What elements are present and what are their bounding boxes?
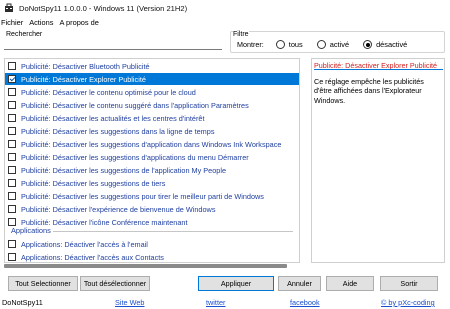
- group-divider: [53, 231, 293, 232]
- list-item[interactable]: Publicité: Désactiver le contenu suggéré…: [5, 99, 299, 111]
- radio-all[interactable]: [275, 40, 285, 49]
- radio-all-label: tous: [288, 40, 303, 49]
- radio-option-all[interactable]: tous: [275, 40, 303, 49]
- radio-enabled[interactable]: [316, 40, 326, 49]
- item-label: Publicité: Désactiver l'expérience de bi…: [21, 204, 216, 214]
- item-label: Publicité: Désactiver les suggestions de…: [21, 178, 166, 188]
- list-item[interactable]: Applications: Déactiver l'accès aux Cont…: [5, 251, 299, 262]
- radio-enabled-label: activé: [329, 40, 350, 49]
- show-label: Montrer:: [237, 40, 264, 49]
- item-checkbox[interactable]: [8, 62, 16, 70]
- item-checkbox[interactable]: [8, 253, 16, 261]
- item-checkbox[interactable]: [8, 192, 16, 200]
- scrollbar-thumb[interactable]: [4, 264, 287, 268]
- item-label: Publicité: Désactiver les suggestions d'…: [21, 139, 282, 149]
- help-button[interactable]: Aide: [326, 276, 374, 291]
- item-label: Applications: Déactiver l'accès aux Cont…: [21, 252, 164, 262]
- list-item[interactable]: Publicité: Désactiver Bluetooth Publicit…: [5, 60, 299, 72]
- list-item[interactable]: Publicité: Désactiver les suggestions d'…: [5, 138, 299, 150]
- radio-disabled-label: désactivé: [376, 40, 408, 49]
- filter-group-label: Filtre: [233, 31, 249, 38]
- website-link[interactable]: Site Web: [115, 298, 144, 307]
- list-item[interactable]: Publicité: Désactiver les suggestions po…: [5, 190, 299, 202]
- filter-group: Filtre Montrer: tous activé désactivé: [230, 31, 445, 53]
- radio-option-disabled[interactable]: désactivé: [363, 40, 407, 49]
- select-all-button[interactable]: Tout Selectionner: [8, 276, 78, 291]
- group-header-applications[interactable]: Applications: [11, 226, 51, 235]
- item-checkbox[interactable]: [8, 101, 16, 109]
- item-checkbox[interactable]: [8, 205, 16, 213]
- menu-bar: Fichier Actions A propos de: [0, 16, 450, 28]
- item-checkbox[interactable]: [8, 179, 16, 187]
- item-checkbox-checked[interactable]: [8, 75, 16, 83]
- list-item[interactable]: Publicité: Désactiver les suggestions da…: [5, 125, 299, 137]
- cancel-button[interactable]: Annuler: [278, 276, 321, 291]
- list-item[interactable]: Publicité: Désactiver les suggestions de…: [5, 164, 299, 176]
- copyright-link[interactable]: © by pXc-coding: [381, 298, 435, 307]
- apply-button[interactable]: Appliquer: [198, 276, 274, 291]
- exit-button[interactable]: Sortir: [380, 276, 438, 291]
- radio-disabled[interactable]: [363, 40, 373, 49]
- item-label: Publicité: Désactiver les suggestions da…: [21, 126, 215, 136]
- filter-row: Montrer: tous activé désactivé: [237, 40, 421, 49]
- facebook-link[interactable]: facebook: [290, 298, 320, 307]
- description-text: Ce réglage empêche les publicités d'être…: [314, 77, 424, 105]
- item-checkbox[interactable]: [8, 240, 16, 248]
- item-checkbox[interactable]: [8, 166, 16, 174]
- item-label: Applications: Déactiver l'accès à l'emai…: [21, 239, 148, 249]
- item-checkbox[interactable]: [8, 140, 16, 148]
- radio-option-enabled[interactable]: activé: [316, 40, 350, 49]
- list-item[interactable]: Publicité: Désactiver les suggestions d'…: [5, 151, 299, 163]
- search-label: Rechercher: [6, 31, 43, 38]
- title-bar: DoNotSpy11 1.0.0.0 - Windows 11 (Version…: [0, 0, 450, 16]
- list-item[interactable]: Publicité: Désactiver les actualités et …: [5, 112, 299, 124]
- settings-list[interactable]: Publicité: Désactiver Bluetooth Publicit…: [4, 58, 300, 263]
- item-label: Publicité: Désactiver les suggestions de…: [21, 165, 227, 175]
- menu-actions[interactable]: Actions: [29, 18, 59, 27]
- list-item[interactable]: Publicité: Désactiver les suggestions de…: [5, 177, 299, 189]
- item-label: Publicité: Désactiver Explorer Publicité: [21, 74, 146, 84]
- window-title: DoNotSpy11 1.0.0.0 - Windows 11 (Version…: [19, 3, 188, 13]
- list-item[interactable]: Applications: Déactiver l'accès à l'emai…: [5, 238, 299, 250]
- item-label: Publicité: Désactiver les suggestions po…: [21, 191, 264, 201]
- menu-fichier[interactable]: Fichier: [1, 18, 29, 27]
- item-label: Publicité: Désactiver Bluetooth Publicit…: [21, 61, 150, 71]
- search-input[interactable]: [4, 38, 222, 50]
- item-label: Publicité: Désactiver le contenu optimis…: [21, 87, 196, 97]
- deselect-all-button[interactable]: Tout désélectionner: [80, 276, 150, 291]
- item-checkbox[interactable]: [8, 114, 16, 122]
- item-checkbox[interactable]: [8, 218, 16, 226]
- list-item[interactable]: Publicité: Désactiver le contenu optimis…: [5, 86, 299, 98]
- app-icon: [4, 3, 14, 13]
- item-label: Publicité: Désactiver le contenu suggéré…: [21, 100, 249, 110]
- list-item[interactable]: Publicité: Désactiver l'expérience de bi…: [5, 203, 299, 215]
- item-label: Publicité: Désactiver les actualités et …: [21, 113, 205, 123]
- description-panel: Publicité: Désactiver Explorer Publicité…: [311, 58, 445, 263]
- item-checkbox[interactable]: [8, 153, 16, 161]
- item-checkbox[interactable]: [8, 127, 16, 135]
- status-app-name: DoNotSpy11: [2, 298, 43, 307]
- item-label: Publicité: Désactiver les suggestions d'…: [21, 152, 249, 162]
- description-divider: [314, 69, 443, 70]
- menu-a-propos[interactable]: A propos de: [59, 18, 104, 27]
- horizontal-scrollbar[interactable]: [4, 264, 287, 269]
- item-checkbox[interactable]: [8, 88, 16, 96]
- list-item-selected[interactable]: Publicité: Désactiver Explorer Publicité: [5, 73, 299, 85]
- twitter-link[interactable]: twitter: [206, 298, 225, 307]
